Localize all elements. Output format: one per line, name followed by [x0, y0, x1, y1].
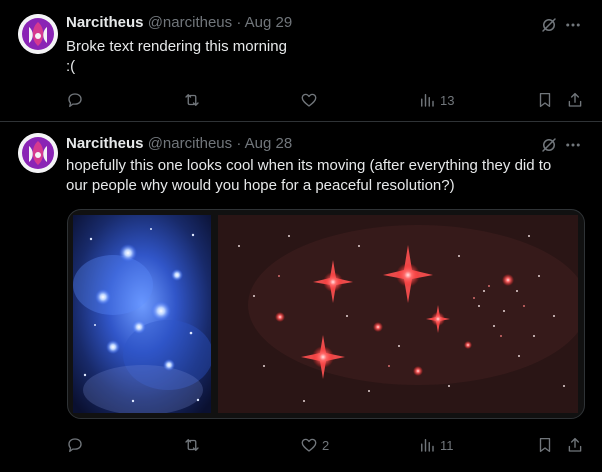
- views-icon: [421, 439, 434, 452]
- views-count: 11: [440, 437, 454, 453]
- views-icon: [421, 94, 434, 107]
- share-icon: [568, 92, 582, 107]
- tweet-date[interactable]: Aug 28: [245, 135, 293, 152]
- tweet-date[interactable]: Aug 29: [245, 14, 293, 31]
- like-button[interactable]: 2: [300, 433, 329, 457]
- like-count: 2: [322, 437, 330, 453]
- share-icon: [568, 437, 582, 452]
- like-icon: [301, 438, 317, 452]
- avatar-logo-icon: [18, 14, 58, 54]
- like-icon: [301, 93, 317, 107]
- views-count: 13: [440, 92, 455, 108]
- tweet-header: Narcitheus @narcitheus · Aug 29: [66, 13, 292, 33]
- tweet-text: hopefully this one looks cool when its m…: [66, 156, 586, 196]
- reply-icon: [68, 93, 82, 108]
- grok-icon[interactable]: [540, 136, 558, 154]
- more-icon[interactable]: [564, 16, 582, 34]
- avatar-logo-icon: [18, 133, 58, 173]
- red-starfield-image[interactable]: [218, 215, 578, 413]
- star-cluster-image[interactable]: [73, 215, 211, 413]
- avatar[interactable]: [18, 14, 58, 54]
- avatar[interactable]: [18, 133, 58, 173]
- views-button[interactable]: 11: [418, 433, 454, 457]
- action-bar: 13: [0, 88, 602, 112]
- bookmark-button[interactable]: [536, 88, 554, 112]
- tweet-text-line: Broke text rendering this morning: [66, 38, 287, 55]
- action-bar: 2 11: [0, 433, 602, 457]
- author-name[interactable]: Narcitheus: [66, 135, 144, 152]
- tweet[interactable]: Narcitheus @narcitheus · Aug 29 Broke te…: [0, 0, 602, 122]
- grok-icon[interactable]: [540, 16, 558, 34]
- reply-button[interactable]: [66, 88, 88, 112]
- separator: ·: [236, 135, 242, 152]
- reply-button[interactable]: [66, 433, 88, 457]
- author-handle[interactable]: @narcitheus: [148, 135, 232, 152]
- bookmark-button[interactable]: [536, 433, 554, 457]
- more-icon[interactable]: [564, 136, 582, 154]
- share-button[interactable]: [566, 433, 584, 457]
- tweet-text-line: hopefully this one looks cool when its m…: [66, 157, 552, 174]
- retweet-icon: [185, 94, 199, 106]
- reply-icon: [68, 438, 82, 453]
- tweet-text-line: :(: [66, 58, 76, 75]
- share-button[interactable]: [566, 88, 584, 112]
- timeline: Narcitheus @narcitheus · Aug 29 Broke te…: [0, 0, 602, 472]
- bookmark-icon: [539, 437, 551, 453]
- bookmark-icon: [539, 92, 551, 108]
- tweet-text: Broke text rendering this morning :(: [66, 37, 586, 77]
- like-button[interactable]: [300, 88, 322, 112]
- views-button[interactable]: 13: [418, 88, 454, 112]
- retweet-button[interactable]: [183, 433, 205, 457]
- separator: ·: [236, 14, 242, 31]
- author-handle[interactable]: @narcitheus: [148, 14, 232, 31]
- retweet-button[interactable]: [183, 88, 205, 112]
- tweet[interactable]: Narcitheus @narcitheus · Aug 28 hopefull…: [0, 122, 602, 472]
- retweet-icon: [185, 439, 199, 451]
- tweet-text-line: our people why would you hope for a peac…: [66, 177, 455, 194]
- tweet-header: Narcitheus @narcitheus · Aug 28: [66, 134, 292, 154]
- author-name[interactable]: Narcitheus: [66, 14, 144, 31]
- media-attachment[interactable]: [67, 209, 585, 419]
